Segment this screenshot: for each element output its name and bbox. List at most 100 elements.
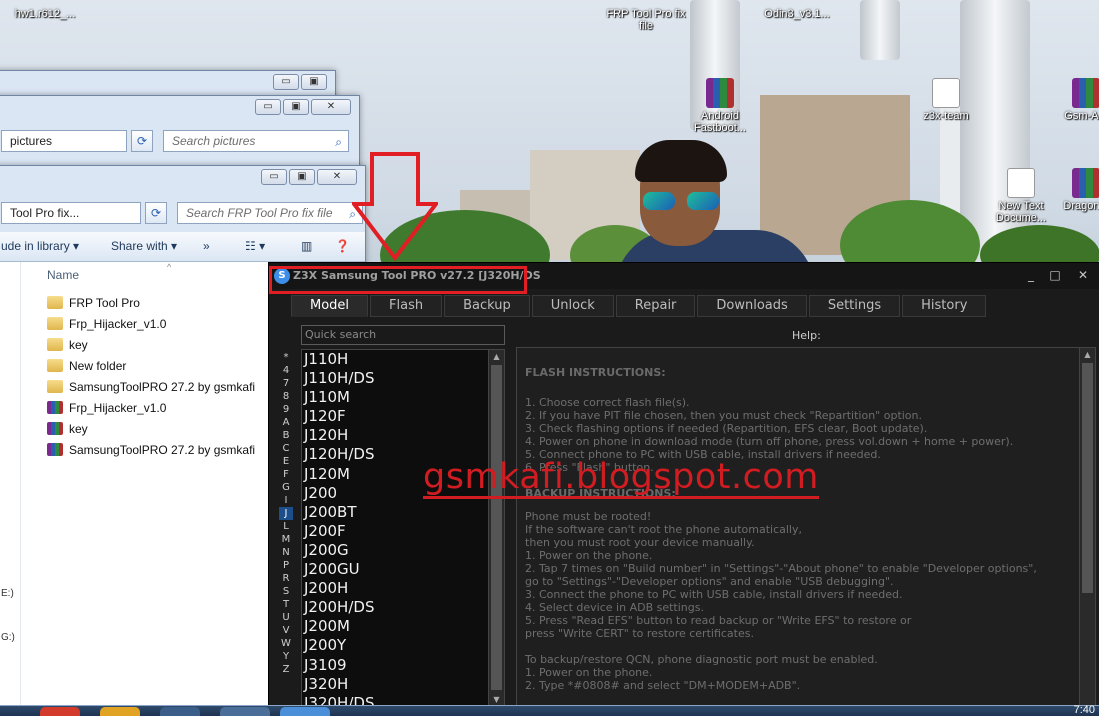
alphabet-letter[interactable]: Z — [279, 663, 293, 676]
alphabet-letter[interactable]: I — [279, 494, 293, 507]
alphabet-letter[interactable]: W — [279, 637, 293, 650]
tab-repair[interactable]: Repair — [615, 295, 696, 317]
alphabet-letter[interactable]: P — [279, 559, 293, 572]
minimize-button[interactable]: _ — [1021, 267, 1041, 283]
alphabet-letter[interactable]: 8 — [279, 390, 293, 403]
preview-pane-icon[interactable]: ▥ — [301, 239, 312, 253]
alphabet-letter[interactable]: U — [279, 611, 293, 624]
model-list-item[interactable]: J200M — [302, 617, 488, 636]
maximize-button[interactable]: ▣ — [301, 74, 327, 90]
refresh-icon[interactable]: ⟳ — [131, 130, 153, 152]
search-input[interactable]: Search FRP Tool Pro fix file ⌕ — [177, 202, 363, 224]
model-list-item[interactable]: J200F — [302, 522, 488, 541]
alphabet-letter[interactable]: Y — [279, 650, 293, 663]
desktop-icon-frp-tool-pro-fix-file[interactable]: FRP Tool Pro fix file — [606, 6, 686, 32]
model-list[interactable]: J110H J110H/DS J110M J120F J120H J120H/DS J120… — [301, 349, 505, 707]
minimize-button[interactable]: ▭ — [261, 169, 287, 185]
maximize-button[interactable]: □ — [1045, 267, 1065, 283]
alphabet-letter[interactable]: A — [279, 416, 293, 429]
include-in-library-button[interactable]: ude in library ▾ — [1, 239, 79, 253]
scroll-thumb[interactable] — [491, 365, 502, 690]
model-list-item[interactable]: J320H — [302, 675, 488, 694]
scroll-up-icon[interactable]: ▲ — [1080, 348, 1095, 361]
scroll-thumb[interactable] — [1082, 363, 1093, 593]
help-scrollbar[interactable]: ▲ — [1079, 348, 1095, 706]
help-icon[interactable]: ❓ — [335, 239, 350, 253]
list-item[interactable]: Frp_Hijacker_v1.0 — [47, 314, 166, 334]
maximize-button[interactable]: ▣ — [283, 99, 309, 115]
list-item[interactable]: key — [47, 335, 88, 355]
model-list-item[interactable]: J200G — [302, 541, 488, 560]
alphabet-letter[interactable]: J — [279, 507, 293, 520]
list-item[interactable]: Frp_Hijacker_v1.0 — [47, 398, 166, 418]
alphabet-letter[interactable]: 9 — [279, 403, 293, 416]
alphabet-letter[interactable]: C — [279, 442, 293, 455]
alphabet-letter[interactable]: L — [279, 520, 293, 533]
search-input[interactable]: Search pictures ⌕ — [163, 130, 349, 152]
desktop-icon-odin3[interactable]: Odin3_v3.1... — [757, 6, 837, 20]
taskbar-button[interactable] — [100, 707, 140, 716]
view-options-icon[interactable]: ☷ ▾ — [245, 239, 265, 253]
quick-search-input[interactable]: Quick search — [301, 325, 505, 345]
tab-unlock[interactable]: Unlock — [531, 295, 614, 317]
refresh-icon[interactable]: ⟳ — [145, 202, 167, 224]
tab-model[interactable]: Model — [291, 295, 369, 317]
taskbar-button[interactable] — [280, 707, 330, 716]
alphabet-letter[interactable]: M — [279, 533, 293, 546]
model-list-item[interactable]: J120F — [302, 407, 488, 426]
alphabet-letter[interactable]: S — [279, 585, 293, 598]
model-list-item[interactable]: J120H — [302, 426, 488, 445]
scroll-up-icon[interactable]: ▲ — [489, 350, 504, 363]
close-button[interactable]: ✕ — [311, 99, 351, 115]
desktop-icon-android-fastboot[interactable]: Android Fastboot... — [680, 78, 760, 134]
list-item[interactable]: key — [47, 419, 88, 439]
address-bar[interactable]: Tool Pro fix... — [1, 202, 141, 224]
desktop-icon-hw1[interactable]: hw1.r612_... — [5, 6, 85, 20]
tab-history[interactable]: History — [902, 295, 987, 317]
drive-label[interactable]: E:) — [1, 588, 14, 599]
alphabet-letter[interactable]: V — [279, 624, 293, 637]
tab-downloads[interactable]: Downloads — [697, 295, 807, 317]
close-button[interactable]: ✕ — [1073, 267, 1093, 283]
alphabet-letter[interactable]: F — [279, 468, 293, 481]
model-list-item[interactable]: J200GU — [302, 560, 488, 579]
close-button[interactable]: ✕ — [317, 169, 357, 185]
alphabet-letter[interactable]: * — [279, 351, 293, 364]
model-list-item[interactable]: J110H — [302, 350, 488, 369]
address-bar[interactable]: pictures — [1, 130, 127, 152]
alphabet-letter[interactable]: 7 — [279, 377, 293, 390]
model-list-item[interactable]: J110M — [302, 388, 488, 407]
more-commands-button[interactable]: » — [203, 239, 210, 253]
alphabet-letter[interactable]: G — [279, 481, 293, 494]
model-list-scrollbar[interactable]: ▲ ▼ — [488, 350, 504, 706]
taskbar-button[interactable] — [160, 707, 200, 716]
column-header-name[interactable]: Name ^ — [47, 262, 171, 282]
tab-settings[interactable]: Settings — [808, 295, 901, 317]
tab-flash[interactable]: Flash — [370, 295, 443, 317]
alphabet-letter[interactable]: N — [279, 546, 293, 559]
title-bar[interactable]: S Z3X Samsung Tool PRO v27.2 [J320H/DS _… — [269, 263, 1099, 294]
alphabet-letter[interactable]: E — [279, 455, 293, 468]
tab-backup[interactable]: Backup — [444, 295, 530, 317]
minimize-button[interactable]: ▭ — [273, 74, 299, 90]
list-item[interactable]: SamsungToolPRO 27.2 by gsmkafi — [47, 440, 255, 460]
desktop-icon-z3x-team[interactable]: z3x-team — [906, 78, 986, 122]
alphabet-letter[interactable]: R — [279, 572, 293, 585]
model-list-item[interactable]: J200Y — [302, 636, 488, 655]
model-list-item[interactable]: J200BT — [302, 503, 488, 522]
minimize-button[interactable]: ▭ — [255, 99, 281, 115]
list-item[interactable]: FRP Tool Pro — [47, 293, 140, 313]
model-list-item[interactable]: J200H/DS — [302, 598, 488, 617]
taskbar-button[interactable] — [40, 707, 80, 716]
list-item[interactable]: New folder — [47, 356, 126, 376]
taskbar-button[interactable] — [220, 707, 270, 716]
maximize-button[interactable]: ▣ — [289, 169, 315, 185]
desktop-icon-dragon[interactable]: Dragon... — [1046, 168, 1099, 212]
alphabet-letter[interactable]: 4 — [279, 364, 293, 377]
desktop-icon-gsm-a[interactable]: Gsm-A... — [1046, 78, 1099, 122]
alphabet-letter[interactable]: B — [279, 429, 293, 442]
model-list-item[interactable]: J200H — [302, 579, 488, 598]
list-item[interactable]: SamsungToolPRO 27.2 by gsmkafi — [47, 377, 255, 397]
drive-label[interactable]: G:) — [1, 632, 15, 643]
alphabet-letter[interactable]: T — [279, 598, 293, 611]
